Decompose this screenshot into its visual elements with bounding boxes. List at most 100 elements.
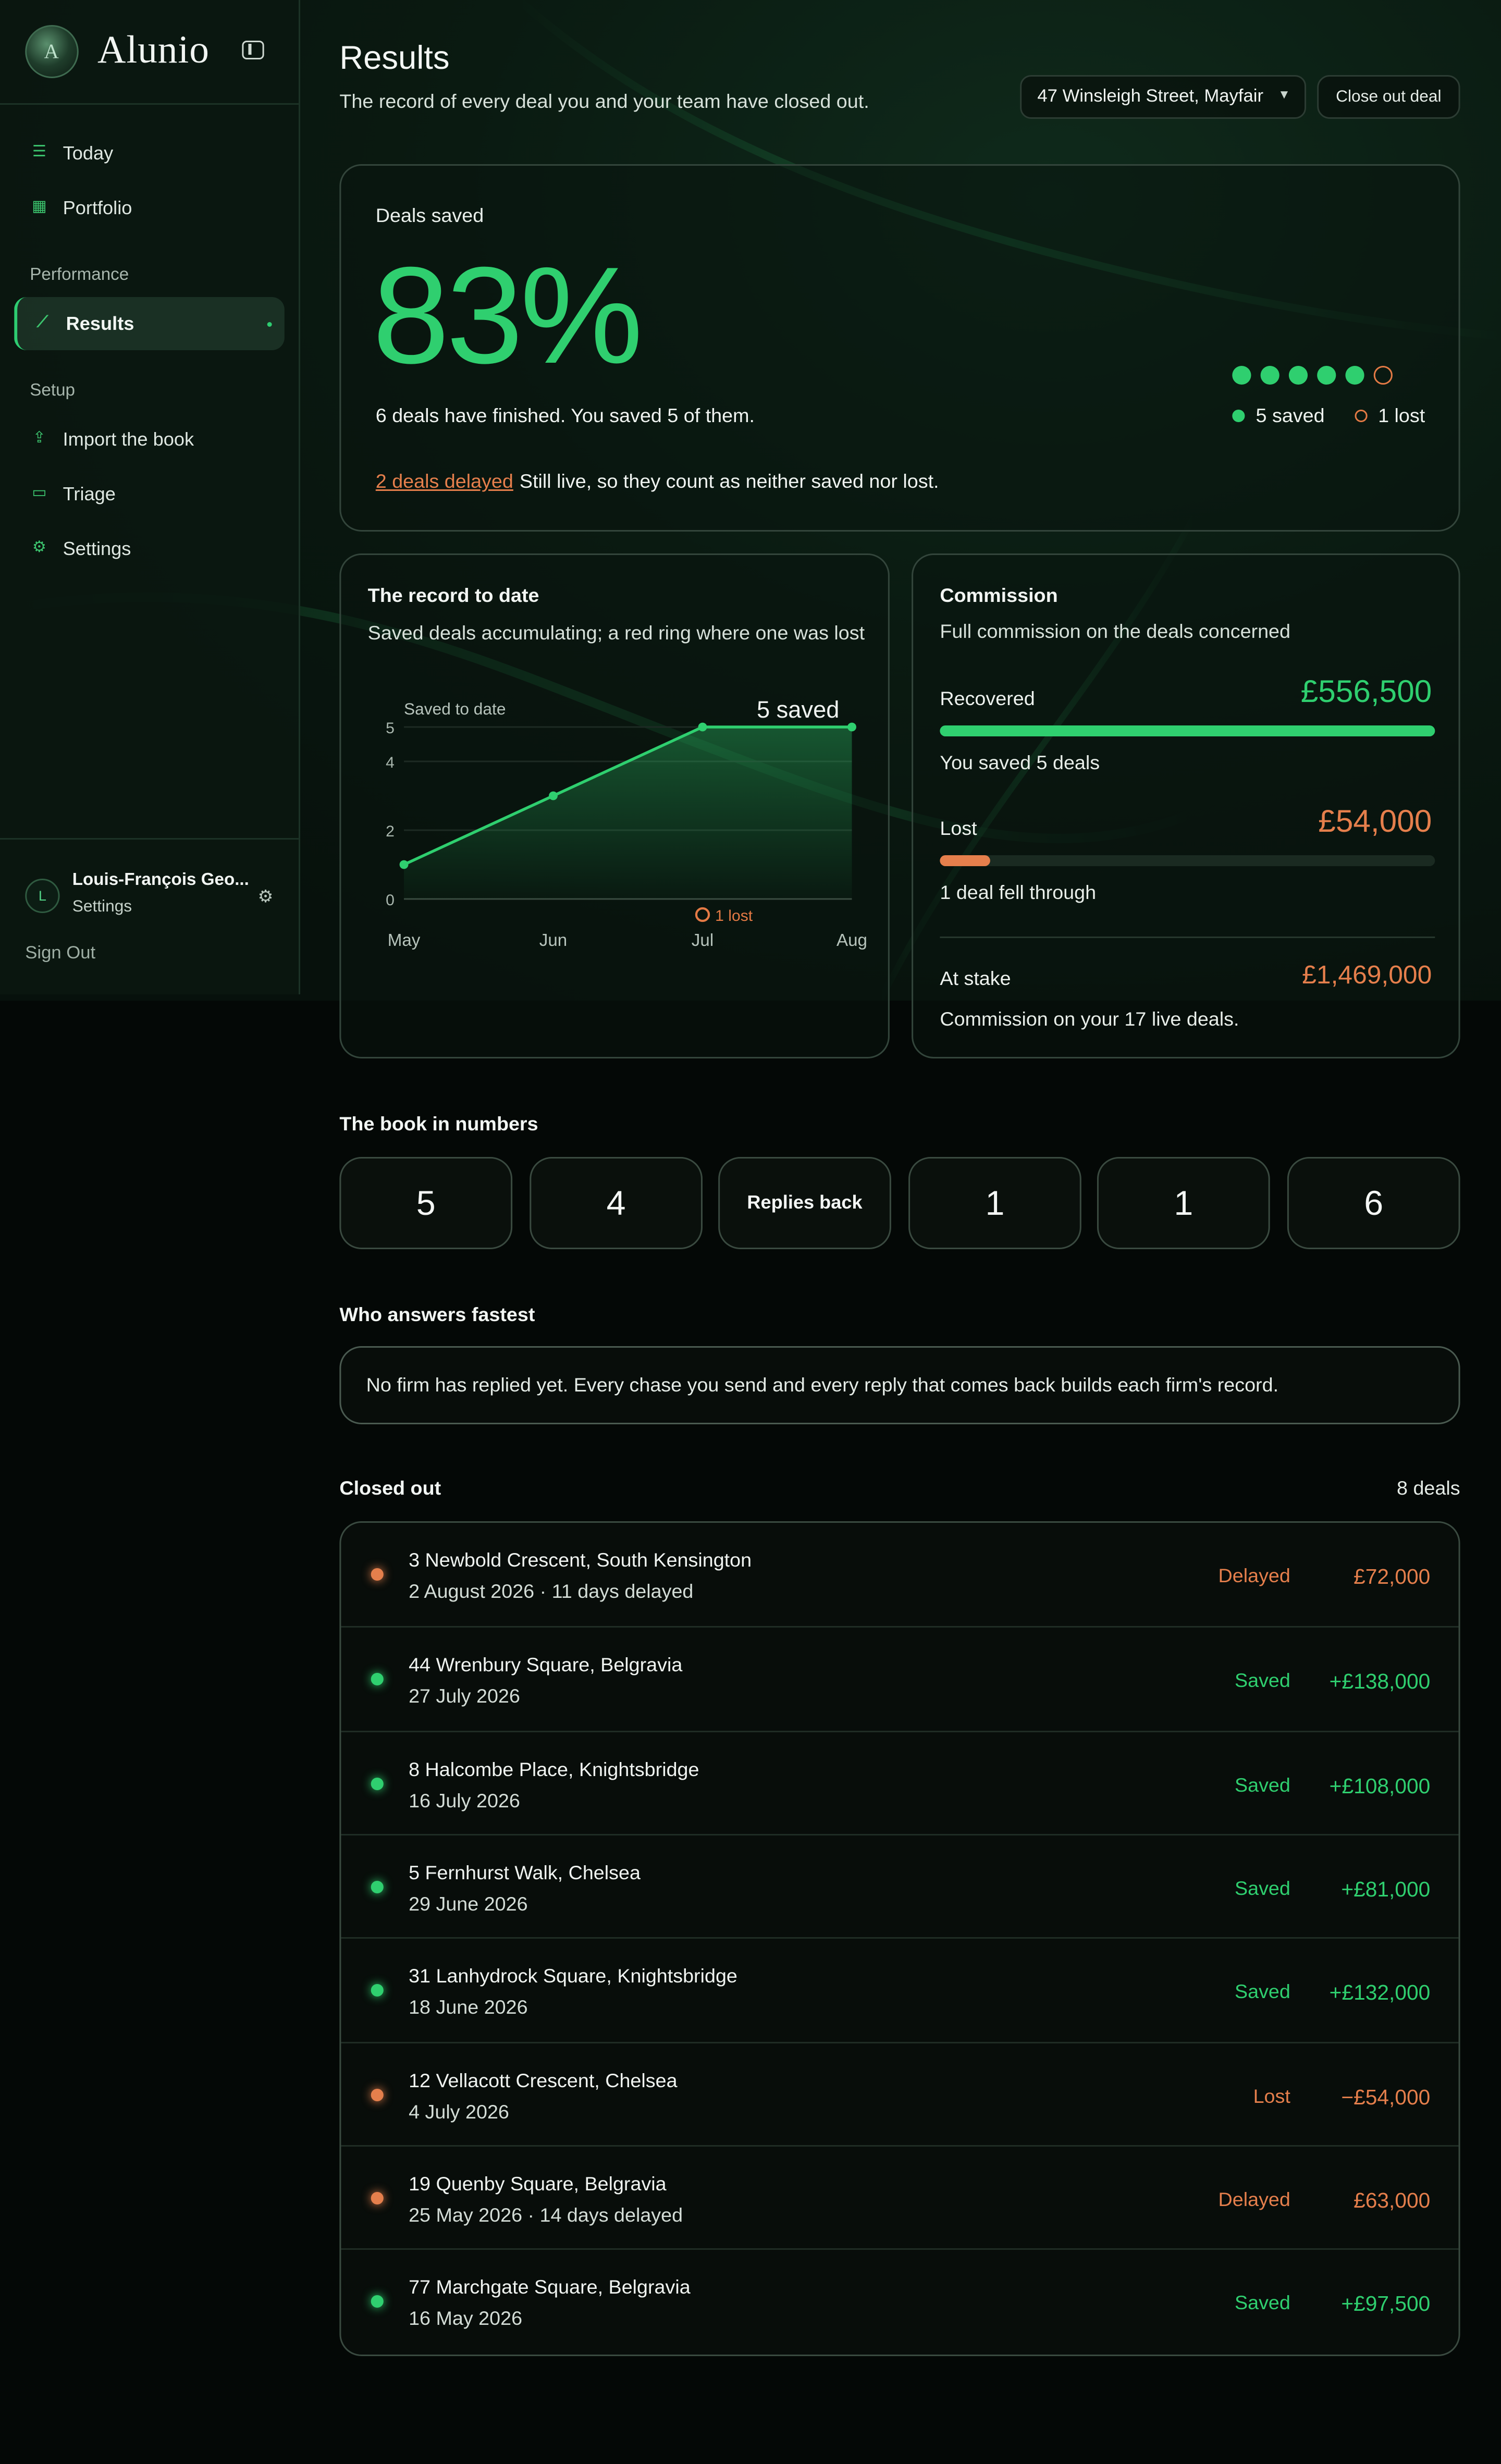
gear-icon[interactable]: ⚙: [258, 886, 274, 907]
row-date: 4 July 2026: [409, 2100, 509, 2123]
number-tile[interactable]: 6: [1287, 1157, 1460, 1249]
table-row[interactable]: 8 Halcombe Place, Knightsbridge 16 July 2…: [341, 1730, 1459, 1833]
lost-bar-fill: [940, 855, 990, 866]
sidebar-item-portfolio[interactable]: ▦ Portfolio: [14, 181, 285, 235]
fastest-empty-message: No firm has replied yet. Every chase you…: [339, 1346, 1460, 1424]
sidebar-item-label: Import the book: [63, 428, 194, 450]
sidebar-collapse-icon[interactable]: [242, 41, 264, 59]
page-subtitle: The record of every deal you and your te…: [339, 91, 869, 113]
status-dot: [371, 1984, 384, 1997]
app-root: A Alunio ☰ Today ▦ Portfolio Performance…: [0, 0, 1501, 2464]
data-point: [399, 860, 409, 869]
sidebar-item-import[interactable]: ⇪ Import the book: [14, 413, 285, 466]
legend-saved: 5 saved: [1256, 405, 1325, 427]
sidebar-item-results[interactable]: ⟋ Results: [14, 297, 285, 350]
number-tile[interactable]: 1: [1097, 1157, 1270, 1249]
row-amount: £63,000: [1354, 2188, 1431, 2212]
commission-divider: [940, 937, 1435, 938]
row-amount: −£54,000: [1341, 2085, 1431, 2109]
table-row[interactable]: 44 Wrenbury Square, Belgravia 27 July 202…: [341, 1626, 1459, 1730]
closed-out-list: 3 Newbold Crescent, South Kensington 2 Au…: [339, 1521, 1460, 2356]
record-chart: 0 2 4 5 May Jun Jul Aug Saved to date 5 saved 1 lo…: [386, 696, 867, 950]
brand-name: Alunio: [97, 30, 210, 72]
table-row[interactable]: 3 Newbold Crescent, South Kensington 2 Au…: [341, 1523, 1458, 1626]
trend-icon: ⟋: [36, 314, 48, 331]
lost-value: £54,000: [1318, 805, 1432, 840]
sidebar: A Alunio ☰ Today ▦ Portfolio Performance…: [0, 0, 300, 994]
row-address: 44 Wrenbury Square, Belgravia: [409, 1654, 683, 1677]
sidebar-item-settings[interactable]: ⚙ Settings: [14, 522, 285, 575]
status-badge: Saved: [1234, 2292, 1290, 2314]
row-address: 19 Quenby Square, Belgravia: [409, 2173, 667, 2195]
saved-dot: [1232, 366, 1251, 385]
lost-note: 1 deal fell through: [940, 882, 1097, 904]
brand[interactable]: A Alunio: [25, 22, 210, 81]
recovered-bar: [940, 725, 1435, 736]
table-row[interactable]: 31 Lanhydrock Square, Knightsbridge 18 Ju…: [341, 1937, 1459, 2041]
table-row[interactable]: 77 Marchgate Square, Belgravia 16 May 202…: [341, 2248, 1459, 2351]
row-address: 31 Lanhydrock Square, Knightsbridge: [409, 1965, 737, 1988]
y-tick-label: 4: [386, 754, 395, 771]
status-dot: [371, 1880, 384, 1893]
lost-dot: [1373, 366, 1393, 385]
x-tick-label: Jun: [539, 931, 567, 950]
data-point: [847, 722, 856, 732]
recovered-label: Recovered: [940, 688, 1035, 710]
table-row[interactable]: 5 Fernhurst Walk, Chelsea 29 June 2026 Sav…: [341, 1833, 1459, 1937]
lost-marker-ring: [695, 907, 710, 922]
deals-saved-label: Deals saved: [375, 205, 484, 227]
replies-back-tile[interactable]: Replies back: [718, 1157, 891, 1249]
row-amount: +£138,000: [1329, 1670, 1431, 1694]
sidebar-item-label: Triage: [63, 483, 116, 505]
deals-delayed-link[interactable]: 2 deals delayed: [376, 471, 513, 492]
recovered-value: £556,500: [1300, 675, 1432, 710]
number-tile[interactable]: 1: [908, 1157, 1081, 1249]
x-tick-label: Jul: [692, 931, 713, 950]
sidebar-item-triage[interactable]: ▭ Triage: [14, 467, 285, 521]
status-dot: [371, 1777, 384, 1790]
stake-label: At stake: [940, 968, 1011, 990]
y-tick-label: 5: [386, 720, 395, 737]
status-badge: Saved: [1234, 1773, 1290, 1796]
chart-title: Saved to date: [404, 699, 506, 718]
record-title: The record to date: [367, 585, 539, 607]
number-tile[interactable]: 5: [339, 1157, 513, 1249]
sign-out-link[interactable]: Sign Out: [25, 944, 95, 963]
user-settings-link[interactable]: Settings: [72, 897, 132, 916]
close-out-deal-button[interactable]: Close out deal: [1317, 75, 1460, 119]
saved-dot: [1345, 366, 1364, 385]
gear-icon: ⚙: [32, 539, 46, 557]
deals-saved-percent: 83%: [372, 238, 643, 392]
inbox-icon: ▭: [32, 485, 47, 502]
status-dot: [371, 2295, 384, 2308]
row-date: 18 June 2026: [409, 1997, 528, 2019]
lost-label: Lost: [940, 818, 977, 840]
status-badge: Delayed: [1218, 1565, 1290, 1587]
end-label: 5 saved: [757, 696, 839, 723]
address-select[interactable]: 47 Winsleigh Street, Mayfair ▼: [1020, 75, 1307, 119]
saved-dot: [1317, 366, 1336, 385]
status-dot: [371, 2191, 384, 2204]
data-point: [698, 722, 707, 732]
row-amount: +£97,500: [1341, 2292, 1431, 2316]
status-dot: [371, 1673, 384, 1686]
user-name[interactable]: Louis-François Geo...: [72, 871, 249, 890]
saved-dot: [1288, 366, 1308, 385]
number-tile[interactable]: 4: [530, 1157, 703, 1249]
deals-delayed-text: Still live, so they count as neither sav…: [519, 471, 939, 492]
table-row[interactable]: 19 Quenby Square, Belgravia 25 May 2026 ·…: [341, 2145, 1459, 2248]
sidebar-item-label: Settings: [63, 538, 131, 560]
table-row[interactable]: 12 Vellacott Crescent, Chelsea 4 July 202…: [341, 2041, 1459, 2145]
section-performance: Performance: [30, 266, 129, 285]
record-card: The record to date Saved deals accumulat…: [339, 553, 890, 1058]
sidebar-item-today[interactable]: ☰ Today: [14, 127, 285, 180]
series-area: [404, 727, 852, 899]
row-amount: +£108,000: [1329, 1773, 1431, 1797]
recovered-bar-fill: [940, 725, 1435, 736]
checklist-icon: ☰: [32, 144, 46, 161]
lost-marker-label: 1 lost: [715, 907, 753, 925]
row-amount: +£132,000: [1329, 1981, 1431, 2005]
status-dot: [371, 1568, 384, 1581]
deals-delayed-note: 2 deals delayed Still live, so they count…: [376, 471, 939, 492]
avatar[interactable]: L: [25, 879, 60, 913]
